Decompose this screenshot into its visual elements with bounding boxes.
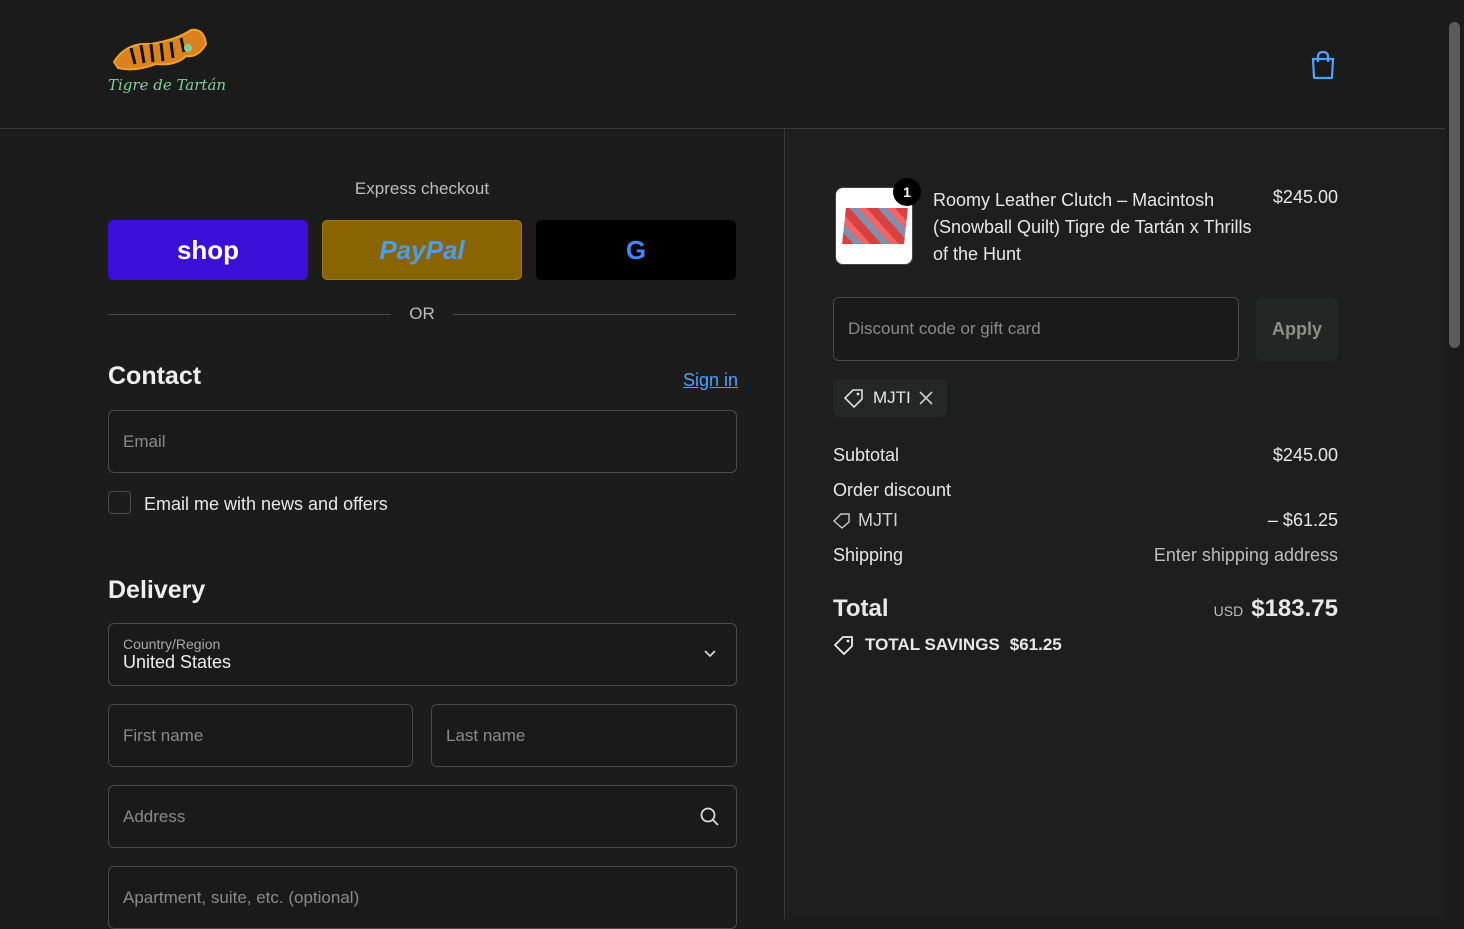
savings-value: $61.25 [1009,635,1062,654]
shop-pay-button[interactable]: shop [108,220,308,280]
google-pay-button[interactable]: G [536,220,736,280]
shipping-label: Shipping [833,545,904,565]
express-checkout-title: Express checkout [354,179,490,198]
scrollbar[interactable] [1445,0,1464,919]
savings-label: TOTAL SAVINGS [865,635,1000,654]
sign-in-link[interactable]: Sign in [683,370,738,391]
apply-button[interactable]: Apply [1256,297,1338,361]
apartment-placeholder: Apartment, suite, etc. (optional) [123,887,360,907]
subtotal-value: $245.00 [1272,445,1338,465]
checkout-form: Express checkout shop PayPal G OR Contac… [0,129,785,929]
delivery-heading: Delivery [108,576,206,604]
email-field[interactable]: Email [108,410,737,473]
subtotal-label: Subtotal [833,445,900,465]
first-name-placeholder: First name [123,725,204,745]
discount-code-label: MJTI [858,510,898,530]
country-value: United States [123,652,232,672]
product-price: $245.00 [1272,187,1338,207]
discount-tag: MJTI [833,379,947,417]
country-label: Country/Region [123,636,221,652]
shop-label: shop [176,234,240,265]
discount-code-input[interactable]: Discount code or gift card [833,297,1239,361]
tiger-logo-icon [112,28,208,71]
last-name-placeholder: Last name [446,725,526,745]
total-value: $183.75 [1251,595,1338,622]
subtotal-row: Subtotal $245.00 [833,445,1338,466]
news-label: Email me with news and offers [144,494,388,514]
paypal-button[interactable]: PayPal [322,220,522,280]
tag-icon [843,389,863,408]
or-divider: OR [108,304,736,324]
news-checkbox[interactable] [108,491,131,514]
chevron-down-icon [704,650,716,658]
tag-icon [833,636,853,655]
apartment-field[interactable]: Apartment, suite, etc. (optional) [108,866,737,929]
store-logo[interactable]: Tigre de Tartán [106,22,226,102]
discount-code: MJTI [873,388,911,407]
total-savings: TOTAL SAVINGS $61.25 [833,635,1062,655]
search-icon [700,807,719,826]
shipping-row: Shipping Enter shipping address [833,545,1338,566]
address-field[interactable]: Address [108,785,737,848]
scrollbar-thumb[interactable] [1449,22,1460,348]
country-select[interactable]: Country/Region United States [108,623,737,686]
contact-heading: Contact [108,362,202,390]
order-discount-label: Order discount [833,480,952,500]
header: Tigre de Tartán [0,0,1445,129]
total-label: Total [833,595,889,622]
discount-line: MJTI – $61.25 [833,510,1338,531]
or-label: OR [409,304,435,323]
remove-code-icon[interactable] [919,391,933,405]
order-discount-row: Order discount [833,480,1338,501]
paypal-label: PayPal [379,234,465,265]
discount-amount: – $61.25 [1267,510,1338,530]
order-summary: 1 Roomy Leather Clutch – Macintosh (Snow… [786,129,1445,919]
google-icon: G [625,234,647,265]
email-placeholder: Email [123,431,166,451]
shopping-bag-icon[interactable] [1310,50,1336,80]
total-row: Total USD $183.75 [833,595,1338,623]
first-name-field[interactable]: First name [108,704,413,767]
quantity-badge: 1 [893,178,921,206]
tag-icon [833,512,850,529]
logo-text: Tigre de Tartán [108,76,227,94]
currency: USD [1213,603,1244,619]
last-name-field[interactable]: Last name [431,704,737,767]
discount-placeholder: Discount code or gift card [848,319,1041,338]
product-name: Roomy Leather Clutch – Macintosh (Snowba… [933,190,1252,264]
shipping-value: Enter shipping address [1153,545,1338,565]
address-placeholder: Address [123,806,186,826]
